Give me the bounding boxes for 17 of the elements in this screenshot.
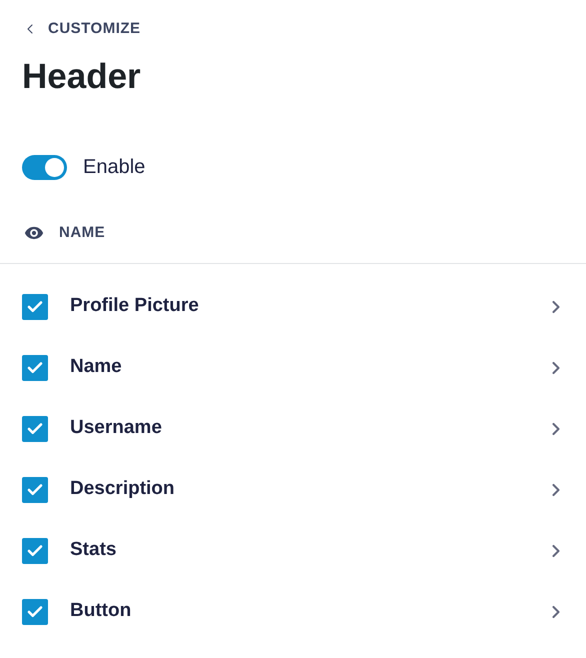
checkbox[interactable] <box>22 598 48 624</box>
checkbox[interactable] <box>22 416 48 442</box>
item-label: Stats <box>70 538 118 562</box>
item-label: Description <box>70 477 176 502</box>
checkbox[interactable] <box>22 476 48 502</box>
item-label: Profile Picture <box>70 294 200 318</box>
page-title: Header <box>22 56 142 98</box>
section-label: NAME <box>59 222 106 243</box>
toggle-label: Enable <box>83 155 146 180</box>
item-label: Name <box>70 355 123 380</box>
item-label: Username <box>70 416 163 440</box>
checkbox[interactable] <box>22 538 48 564</box>
checkbox[interactable] <box>22 354 48 380</box>
item-label: Button <box>70 599 132 624</box>
enable-toggle[interactable] <box>22 154 67 180</box>
back-button[interactable]: CUSTOMIZE <box>22 18 141 40</box>
checkbox[interactable] <box>22 294 48 320</box>
